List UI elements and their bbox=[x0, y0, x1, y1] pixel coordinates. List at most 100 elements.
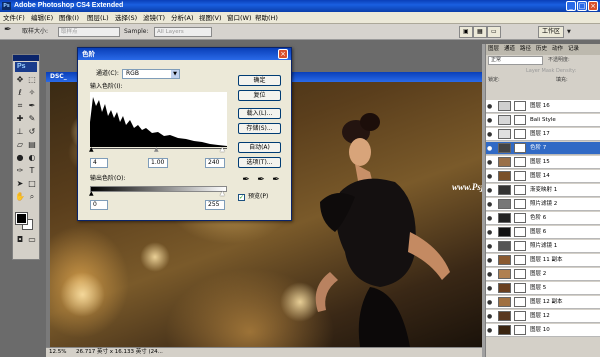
layer-row[interactable]: ● 渐变映射 1 bbox=[486, 184, 600, 197]
layer-mask-thumbnail[interactable] bbox=[514, 297, 526, 307]
gray-eyedropper-icon[interactable]: ✒ bbox=[256, 174, 266, 186]
white-point-slider[interactable]: ▲ bbox=[220, 147, 225, 153]
shape-tool-icon[interactable]: □ bbox=[27, 179, 37, 189]
layer-mask-thumbnail[interactable] bbox=[514, 199, 526, 209]
lasso-tool-icon[interactable]: ℓ bbox=[15, 88, 25, 98]
menu-image[interactable]: 图像(I) bbox=[59, 13, 79, 23]
foreground-color-swatch[interactable] bbox=[15, 212, 28, 225]
tab-channels[interactable]: 通道 bbox=[504, 45, 515, 54]
menu-window[interactable]: 窗口(W) bbox=[227, 13, 252, 23]
tab-layers[interactable]: 图层 bbox=[488, 45, 499, 54]
output-black-field[interactable]: 0 bbox=[90, 200, 108, 210]
gamma-slider[interactable]: ▲ bbox=[154, 147, 159, 153]
pen-tool-icon[interactable]: ✑ bbox=[15, 166, 25, 176]
preview-checkbox[interactable]: ✓ bbox=[238, 194, 245, 201]
options-button[interactable]: 选项(T)... bbox=[238, 157, 281, 168]
menu-analysis[interactable]: 分析(A) bbox=[171, 13, 194, 23]
chevron-down-icon[interactable]: ▼ bbox=[567, 28, 571, 36]
layer-row[interactable]: ● 图层 2 bbox=[486, 268, 600, 281]
menu-view[interactable]: 视图(V) bbox=[199, 13, 222, 23]
tab-log[interactable]: 记录 bbox=[568, 45, 579, 54]
levels-title-bar[interactable]: 色阶 bbox=[78, 48, 291, 60]
menu-filter[interactable]: 滤镜(T) bbox=[143, 13, 165, 23]
screen-mode-icon[interactable]: ▭ bbox=[27, 235, 37, 245]
eye-icon[interactable]: ● bbox=[487, 201, 495, 208]
output-white-slider[interactable]: ▲ bbox=[220, 191, 225, 197]
layer-mask-thumbnail[interactable] bbox=[514, 213, 526, 223]
black-point-slider[interactable]: ▲ bbox=[89, 147, 94, 153]
minimize-button[interactable]: _ bbox=[566, 1, 576, 11]
history-brush-icon[interactable]: ↺ bbox=[27, 127, 37, 137]
blend-mode-select[interactable]: 正常 bbox=[488, 56, 543, 65]
screen-button[interactable]: ▭ bbox=[487, 26, 501, 38]
type-tool-icon[interactable]: T bbox=[27, 166, 37, 176]
layer-mask-thumbnail[interactable] bbox=[514, 311, 526, 321]
eye-icon[interactable]: ● bbox=[487, 103, 495, 110]
layer-mask-thumbnail[interactable] bbox=[514, 185, 526, 195]
close-button[interactable]: × bbox=[588, 1, 598, 11]
zoom-level[interactable]: 12.5% bbox=[49, 348, 66, 357]
input-gamma-field[interactable]: 1.00 bbox=[148, 158, 168, 168]
layer-mask-thumbnail[interactable] bbox=[514, 283, 526, 293]
eye-icon[interactable]: ● bbox=[487, 285, 495, 292]
layer-mask-thumbnail[interactable] bbox=[514, 227, 526, 237]
layer-row[interactable]: ● 图层 6 bbox=[486, 226, 600, 239]
arrange-button[interactable]: ▦ bbox=[473, 26, 487, 38]
layer-mask-thumbnail[interactable] bbox=[514, 157, 526, 167]
layer-mask-thumbnail[interactable] bbox=[514, 171, 526, 181]
eye-icon[interactable]: ● bbox=[487, 243, 495, 250]
layer-row[interactable]: ● 照片滤镜 2 bbox=[486, 198, 600, 211]
path-select-icon[interactable]: ➤ bbox=[15, 179, 25, 189]
eye-icon[interactable]: ● bbox=[487, 313, 495, 320]
load-button[interactable]: 载入(L)... bbox=[238, 108, 281, 119]
eye-icon[interactable]: ● bbox=[487, 173, 495, 180]
eye-icon[interactable]: ● bbox=[487, 327, 495, 334]
layer-mask-thumbnail[interactable] bbox=[514, 325, 526, 335]
crop-tool-icon[interactable]: ⌗ bbox=[15, 101, 25, 111]
layer-row[interactable]: ● 图层 14 bbox=[486, 170, 600, 183]
layer-row[interactable]: ● 图层 15 bbox=[486, 156, 600, 169]
menu-edit[interactable]: 编辑(E) bbox=[31, 13, 53, 23]
layer-row[interactable]: ● 图层 17 bbox=[486, 128, 600, 141]
tab-actions[interactable]: 动作 bbox=[552, 45, 563, 54]
white-eyedropper-icon[interactable]: ✒ bbox=[271, 174, 281, 186]
eye-icon[interactable]: ● bbox=[487, 257, 495, 264]
channel-select[interactable]: RGB ▼ bbox=[122, 69, 180, 79]
tab-paths[interactable]: 路径 bbox=[520, 45, 531, 54]
move-tool-icon[interactable]: ✥ bbox=[15, 75, 25, 85]
layer-row[interactable]: ● 色阶 6 bbox=[486, 212, 600, 225]
eraser-tool-icon[interactable]: ▱ bbox=[15, 140, 25, 150]
eye-icon[interactable]: ● bbox=[487, 215, 495, 222]
gradient-tool-icon[interactable]: ▤ bbox=[27, 140, 37, 150]
input-black-field[interactable]: 4 bbox=[90, 158, 108, 168]
marquee-tool-icon[interactable]: ⬚ bbox=[27, 75, 37, 85]
layer-row[interactable]: ● 图层 11 副本 bbox=[486, 254, 600, 267]
layer-row[interactable]: ● 图层 12 副本 bbox=[486, 296, 600, 309]
eye-icon[interactable]: ● bbox=[487, 271, 495, 278]
auto-button[interactable]: 自动(A) bbox=[238, 142, 281, 153]
layer-row[interactable]: ● 照片滤镜 1 bbox=[486, 240, 600, 253]
eye-icon[interactable]: ● bbox=[487, 159, 495, 166]
menu-select[interactable]: 选择(S) bbox=[115, 13, 137, 23]
input-white-field[interactable]: 240 bbox=[205, 158, 225, 168]
tab-history[interactable]: 历史 bbox=[536, 45, 547, 54]
magic-wand-icon[interactable]: ✧ bbox=[27, 88, 37, 98]
layer-row[interactable]: ● 图层 12 bbox=[486, 310, 600, 323]
maximize-button[interactable]: □ bbox=[577, 1, 587, 11]
layer-row[interactable]: ● 色阶 7 bbox=[486, 142, 600, 155]
layer-mask-thumbnail[interactable] bbox=[514, 241, 526, 251]
output-black-slider[interactable]: ▲ bbox=[89, 191, 94, 197]
zoom-tool-icon[interactable]: ⌕ bbox=[27, 192, 37, 202]
healing-brush-icon[interactable]: ✚ bbox=[15, 114, 25, 124]
screen-mode-button[interactable]: ▣ bbox=[459, 26, 473, 38]
toolbox-header[interactable] bbox=[13, 55, 39, 61]
menu-file[interactable]: 文件(F) bbox=[3, 13, 25, 23]
eye-icon[interactable]: ● bbox=[487, 145, 495, 152]
layer-mask-thumbnail[interactable] bbox=[514, 269, 526, 279]
menu-help[interactable]: 帮助(H) bbox=[255, 13, 278, 23]
clone-stamp-icon[interactable]: ⊥ bbox=[15, 127, 25, 137]
eye-icon[interactable]: ● bbox=[487, 229, 495, 236]
layer-row[interactable]: ● 图层 10 bbox=[486, 324, 600, 337]
sample-size-select[interactable]: 取样点 bbox=[58, 27, 120, 37]
layer-row[interactable]: ● Bali Style bbox=[486, 114, 600, 127]
